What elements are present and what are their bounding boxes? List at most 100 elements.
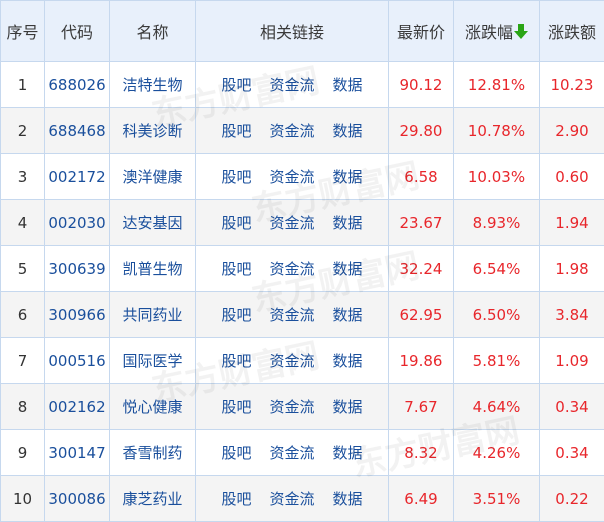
data-link[interactable]: 数据 <box>333 398 363 416</box>
stock-code-link[interactable]: 000516 <box>45 338 110 384</box>
guba-link[interactable]: 股吧 <box>221 352 251 370</box>
related-links: 股吧资金流 数据 <box>196 200 389 246</box>
guba-link[interactable]: 股吧 <box>221 76 251 94</box>
stock-name-link[interactable]: 康芝药业 <box>110 476 196 522</box>
data-link[interactable]: 数据 <box>333 306 363 324</box>
fund-flow-link[interactable]: 资金流 <box>269 352 314 370</box>
row-index: 4 <box>1 200 45 246</box>
row-index: 5 <box>1 246 45 292</box>
latest-price: 62.95 <box>389 292 454 338</box>
guba-link[interactable]: 股吧 <box>221 214 251 232</box>
stock-table-panel: 序号 代码 名称 相关链接 最新价 涨跌幅 涨跌额 1688026洁特生物股吧资… <box>0 0 604 520</box>
change-amount: 2.90 <box>540 108 604 154</box>
fund-flow-link[interactable]: 资金流 <box>269 168 314 186</box>
fund-flow-link[interactable]: 资金流 <box>269 490 314 508</box>
latest-price: 8.32 <box>389 430 454 476</box>
fund-flow-link[interactable]: 资金流 <box>269 260 314 278</box>
change-amount: 0.22 <box>540 476 604 522</box>
row-index: 10 <box>1 476 45 522</box>
latest-price: 19.86 <box>389 338 454 384</box>
stock-code-link[interactable]: 002030 <box>45 200 110 246</box>
change-amount: 0.60 <box>540 154 604 200</box>
guba-link[interactable]: 股吧 <box>221 444 251 462</box>
fund-flow-link[interactable]: 资金流 <box>269 398 314 416</box>
row-index: 1 <box>1 62 45 108</box>
row-index: 6 <box>1 292 45 338</box>
related-links: 股吧资金流 数据 <box>196 384 389 430</box>
stock-code-link[interactable]: 002162 <box>45 384 110 430</box>
header-code[interactable]: 代码 <box>45 1 110 62</box>
fund-flow-link[interactable]: 资金流 <box>269 444 314 462</box>
table-row: 7000516国际医学股吧资金流数据19.865.81%1.09 <box>1 338 604 384</box>
data-link[interactable]: 数据 <box>333 122 363 140</box>
stock-code-link[interactable]: 300639 <box>45 246 110 292</box>
change-amount: 1.98 <box>540 246 604 292</box>
related-links: 股吧资金流 数据 <box>196 430 389 476</box>
header-links: 相关链接 <box>196 1 389 62</box>
stock-name-link[interactable]: 达安基因 <box>110 200 196 246</box>
stock-code-link[interactable]: 002172 <box>45 154 110 200</box>
data-link[interactable]: 数据 <box>333 352 363 370</box>
guba-link[interactable]: 股吧 <box>221 490 251 508</box>
change-percent: 6.54% <box>454 246 540 292</box>
table-header-row: 序号 代码 名称 相关链接 最新价 涨跌幅 涨跌额 <box>1 1 604 62</box>
header-change-amt[interactable]: 涨跌额 <box>540 1 604 62</box>
fund-flow-link[interactable]: 资金流 <box>269 306 314 324</box>
stock-code-link[interactable]: 300147 <box>45 430 110 476</box>
row-index: 9 <box>1 430 45 476</box>
latest-price: 7.67 <box>389 384 454 430</box>
related-links: 股吧资金流 数据 <box>196 62 389 108</box>
table-row: 8002162悦心健康股吧资金流数据7.674.64%0.34 <box>1 384 604 430</box>
table-row: 5300639凯普生物股吧资金流数据32.246.54%1.98 <box>1 246 604 292</box>
data-link[interactable]: 数据 <box>333 168 363 186</box>
stock-code-link[interactable]: 688468 <box>45 108 110 154</box>
stock-code-link[interactable]: 300086 <box>45 476 110 522</box>
row-index: 7 <box>1 338 45 384</box>
related-links: 股吧资金流 数据 <box>196 246 389 292</box>
change-amount: 3.84 <box>540 292 604 338</box>
header-change-pct[interactable]: 涨跌幅 <box>454 1 540 62</box>
data-link[interactable]: 数据 <box>333 260 363 278</box>
row-index: 3 <box>1 154 45 200</box>
fund-flow-link[interactable]: 资金流 <box>269 214 314 232</box>
fund-flow-link[interactable]: 资金流 <box>269 122 314 140</box>
row-index: 8 <box>1 384 45 430</box>
stock-name-link[interactable]: 凯普生物 <box>110 246 196 292</box>
stock-code-link[interactable]: 300966 <box>45 292 110 338</box>
change-percent: 3.51% <box>454 476 540 522</box>
arrow-down-icon[interactable] <box>514 24 528 43</box>
table-row: 9300147香雪制药 股吧资金流 数据 8.324.26%0.34 <box>1 430 604 476</box>
change-percent: 4.26% <box>454 430 540 476</box>
data-link[interactable]: 数据 <box>333 490 363 508</box>
change-amount: 1.94 <box>540 200 604 246</box>
fund-flow-link[interactable]: 资金流 <box>269 76 314 94</box>
guba-link[interactable]: 股吧 <box>221 398 251 416</box>
data-link[interactable]: 数据 <box>333 444 363 462</box>
header-name[interactable]: 名称 <box>110 1 196 62</box>
guba-link[interactable]: 股吧 <box>221 306 251 324</box>
change-percent: 4.64% <box>454 384 540 430</box>
stock-name-link[interactable]: 洁特生物 <box>110 62 196 108</box>
stock-name-link[interactable]: 科美诊断 <box>110 108 196 154</box>
stock-name-link[interactable]: 悦心健康 <box>110 384 196 430</box>
guba-link[interactable]: 股吧 <box>221 260 251 278</box>
latest-price: 6.58 <box>389 154 454 200</box>
stock-ranking-table: 序号 代码 名称 相关链接 最新价 涨跌幅 涨跌额 1688026洁特生物股吧资… <box>0 0 604 522</box>
stock-code-link[interactable]: 688026 <box>45 62 110 108</box>
table-body: 1688026洁特生物股吧资金流数据90.1212.81%10.23268846… <box>1 62 604 522</box>
data-link[interactable]: 数据 <box>333 214 363 232</box>
change-percent: 8.93% <box>454 200 540 246</box>
change-amount: 0.34 <box>540 430 604 476</box>
table-row: 4002030达安基因股吧资金流数据23.678.93%1.94 <box>1 200 604 246</box>
stock-name-link[interactable]: 澳洋健康 <box>110 154 196 200</box>
guba-link[interactable]: 股吧 <box>221 122 251 140</box>
change-percent: 6.50% <box>454 292 540 338</box>
header-price[interactable]: 最新价 <box>389 1 454 62</box>
stock-name-link[interactable]: 共同药业 <box>110 292 196 338</box>
table-row: 3002172澳洋健康股吧资金流数据6.5810.03%0.60 <box>1 154 604 200</box>
data-link[interactable]: 数据 <box>333 76 363 94</box>
stock-name-link[interactable]: 国际医学 <box>110 338 196 384</box>
stock-name-link[interactable]: 香雪制药 <box>110 430 196 476</box>
guba-link[interactable]: 股吧 <box>221 168 251 186</box>
latest-price: 6.49 <box>389 476 454 522</box>
